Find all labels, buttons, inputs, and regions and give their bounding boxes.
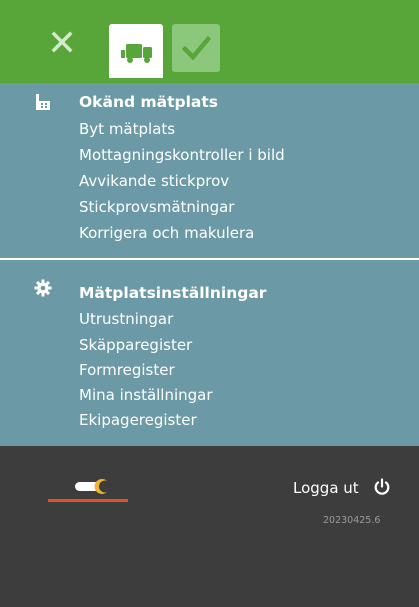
theme-toggle-icon	[75, 479, 111, 494]
gear-icon	[34, 279, 52, 297]
footer	[0, 446, 419, 607]
toggle-underline	[48, 499, 128, 502]
menu-item-stickprovsmatningar[interactable]: Stickprovsmätningar	[79, 198, 234, 216]
close-icon	[51, 31, 73, 53]
theme-toggle[interactable]	[75, 476, 113, 498]
divider	[0, 258, 419, 260]
menu-item-avvikande-stickprov[interactable]: Avvikande stickprov	[79, 172, 229, 190]
menu-item-ekipageregister[interactable]: Ekipageregister	[79, 411, 197, 429]
top-bar	[0, 0, 419, 83]
menu-item-skapparegister[interactable]: Skäpparegister	[79, 336, 192, 354]
logout-button[interactable]: Logga ut	[293, 479, 359, 497]
menu-item-byt-matplats[interactable]: Byt mätplats	[79, 120, 175, 138]
menu-item-formregister[interactable]: Formregister	[79, 361, 175, 379]
version-label: 20230425.6	[323, 515, 381, 526]
tab-check[interactable]	[172, 24, 220, 72]
menu-item-mina-installningar[interactable]: Mina inställningar	[79, 386, 213, 404]
building-icon	[36, 94, 50, 110]
tab-truck[interactable]	[109, 24, 163, 78]
truck-icon	[121, 44, 152, 63]
close-button[interactable]	[47, 27, 77, 57]
menu-item-mottagningskontroller[interactable]: Mottagningskontroller i bild	[79, 146, 285, 164]
menu-item-utrustningar[interactable]: Utrustningar	[79, 310, 173, 328]
section-title-site: Okänd mätplats	[79, 93, 218, 111]
section-title-settings: Mätplatsinställningar	[79, 284, 267, 302]
check-icon	[181, 35, 212, 61]
power-icon[interactable]	[373, 478, 391, 496]
menu-item-korrigera[interactable]: Korrigera och makulera	[79, 224, 254, 242]
